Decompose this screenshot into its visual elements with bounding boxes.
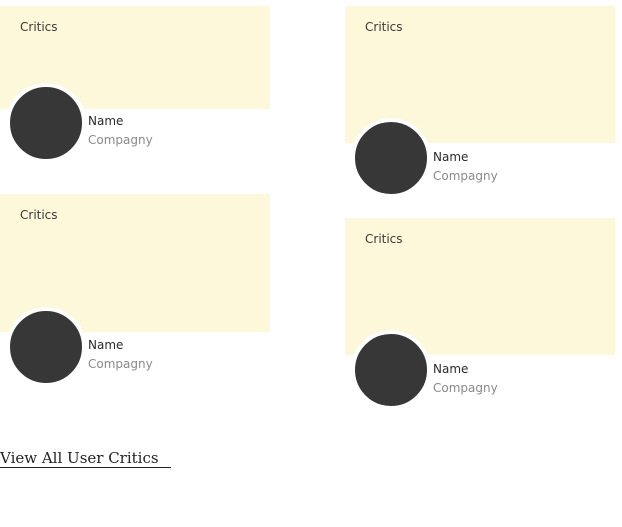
avatar [6,307,86,387]
critic-quote-text: Critics [365,20,403,34]
avatar [351,330,431,410]
critic-name: Name [88,338,124,352]
avatar [351,118,431,198]
critic-name: Name [433,150,469,164]
critic-card: Critics Name Compagny [0,6,270,166]
critic-name: Name [433,362,469,376]
critic-quote-text: Critics [20,208,58,222]
critic-name: Name [88,114,124,128]
critic-company: Compagny [433,169,498,183]
critic-quote-text: Critics [20,20,58,34]
avatar [6,83,86,163]
critic-card: Critics Name Compagny [345,6,615,201]
critic-quote-text: Critics [365,232,403,246]
critic-card: Critics Name Compagny [0,194,270,387]
critic-company: Compagny [433,381,498,395]
critic-company: Compagny [88,357,153,371]
view-all-critics-link[interactable]: View All User Critics [0,449,171,468]
critic-company: Compagny [88,133,153,147]
critic-card: Critics Name Compagny [345,218,615,410]
